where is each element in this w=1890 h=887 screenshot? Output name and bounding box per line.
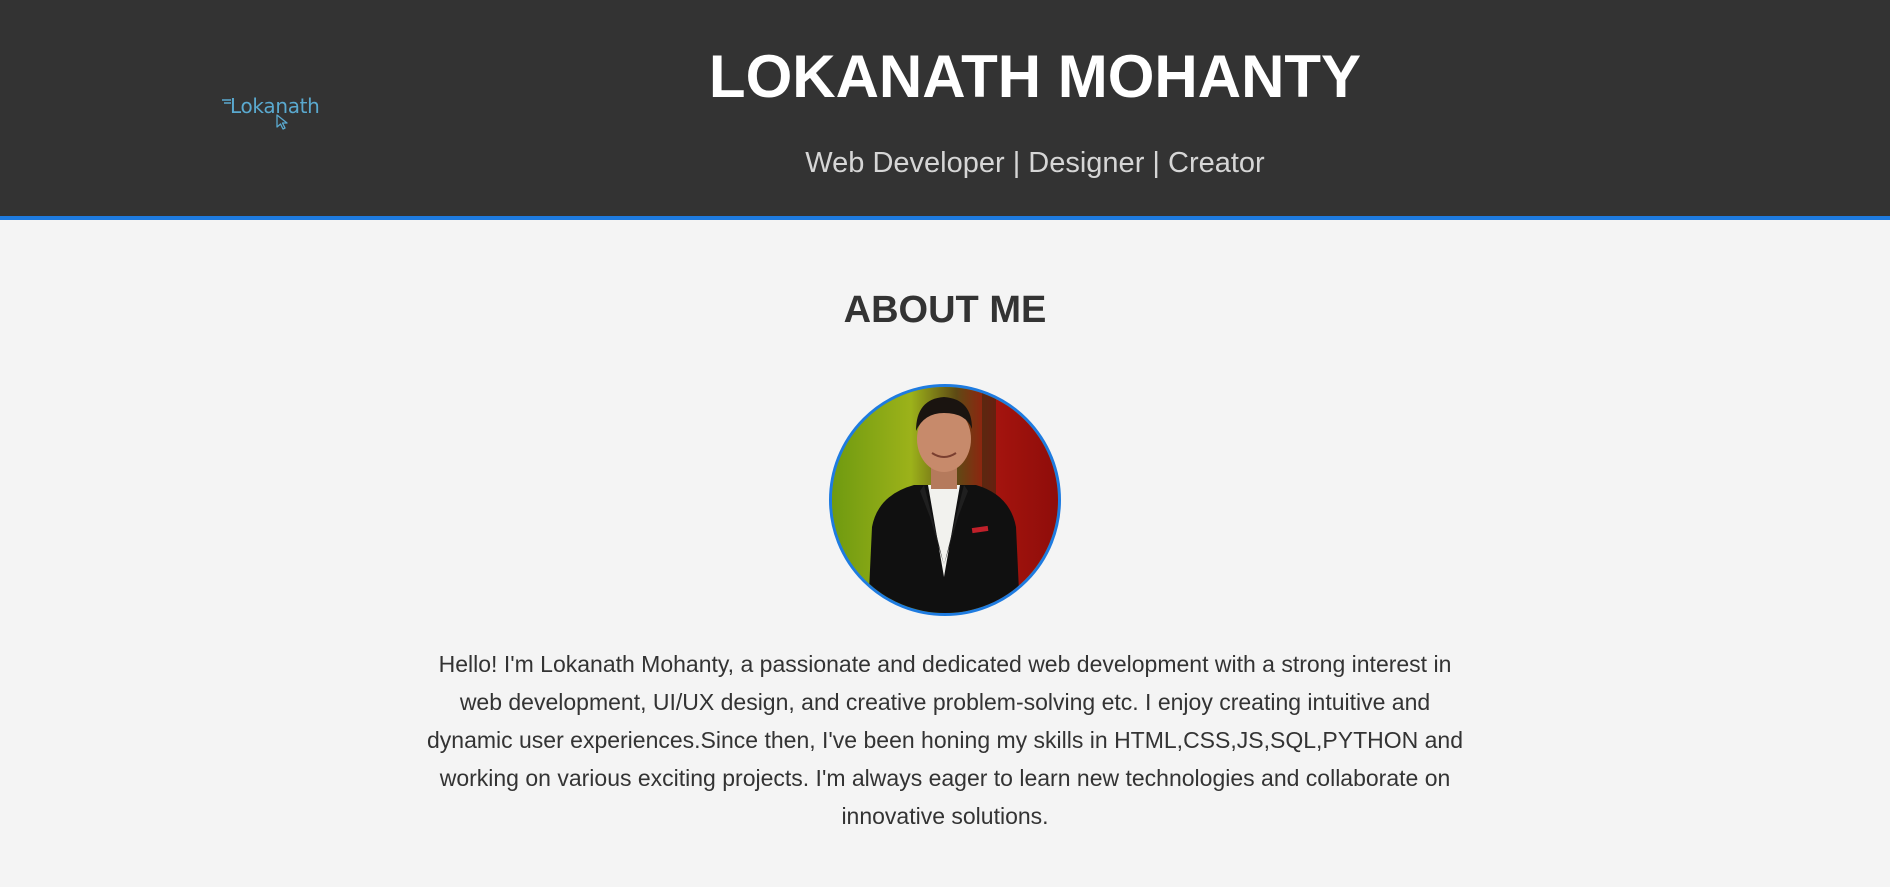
site-subtitle: Web Developer | Designer | Creator	[805, 147, 1265, 179]
site-header: Lokanath LOKANATH MOHANTY Web Developer …	[0, 0, 1890, 220]
about-heading: ABOUT ME	[843, 289, 1047, 331]
profile-photo	[829, 384, 1061, 616]
about-bio: Hello! I'm Lokanath Mohanty, a passionat…	[426, 651, 1463, 829]
site-title: LOKANATH MOHANTY	[708, 43, 1362, 110]
cursor-arrow-icon	[276, 114, 288, 130]
profile-photo-illustration	[832, 387, 1058, 613]
